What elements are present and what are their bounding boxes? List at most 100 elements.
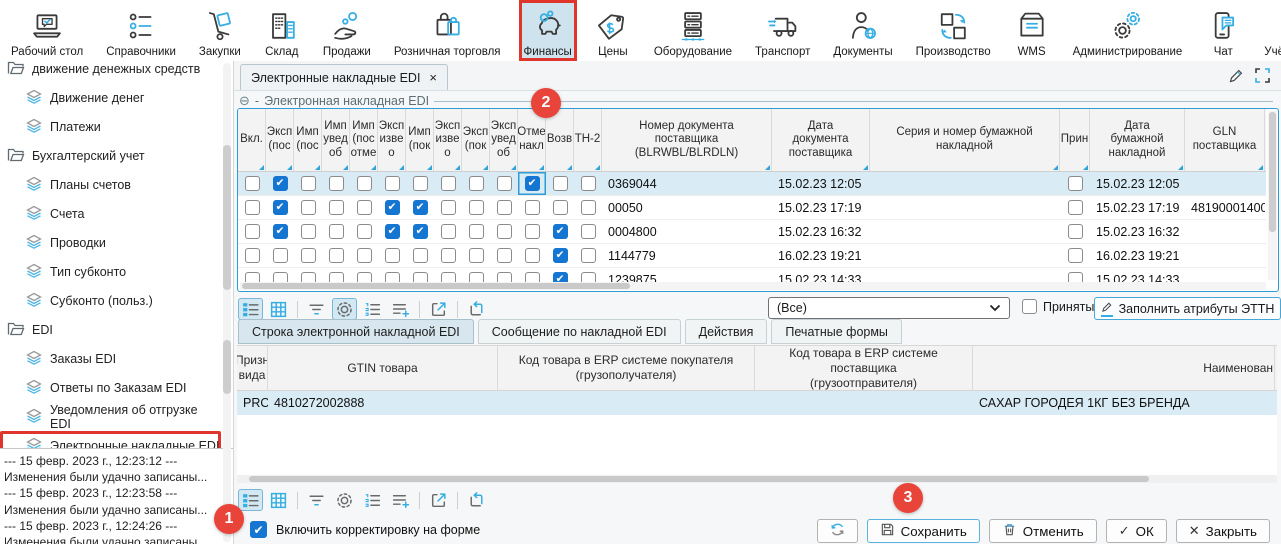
nav-item-box[interactable]: WMS [1009,0,1055,61]
row-checkbox[interactable] [525,248,540,263]
row-checkbox[interactable] [385,248,400,263]
tree-item[interactable]: Тип субконто [0,257,221,286]
open-external-icon[interactable] [426,298,451,320]
tree-item[interactable]: Заказы EDI [0,344,221,373]
column-header[interactable]: Эксп изве о [378,109,406,171]
accepted-checkbox[interactable] [1068,176,1083,191]
column-header[interactable]: GTIN товара [268,346,498,390]
collapse-icon[interactable]: ⊖ [239,94,250,107]
row-checkbox[interactable] [245,176,260,191]
nav-item-gears[interactable]: Администрирование [1068,0,1188,61]
row-checkbox[interactable] [497,248,512,263]
column-header[interactable]: Наименован [973,346,1275,390]
accepted-checkbox[interactable] [1022,299,1037,314]
column-header[interactable]: Эксп увед об [490,109,518,171]
column-header[interactable]: GLN поставщика [1185,109,1265,171]
tree-item[interactable]: Бухгалтерский учет [0,141,221,170]
row-checkbox[interactable] [301,200,316,215]
column-header[interactable]: ТН-2 [574,109,602,171]
settings-icon[interactable] [332,489,357,511]
column-header[interactable]: Код товара в ERP системе поставщика (гру… [755,346,973,390]
invoice-row[interactable]: 036904415.02.23 12:0515.02.23 12:05 [238,172,1266,196]
scrollbar-thumb[interactable] [249,476,1149,482]
detail-tab[interactable]: Действия [685,319,768,344]
column-header[interactable]: Отме накл [518,109,546,171]
nav-item-server[interactable]: Оборудование [649,0,737,61]
row-checkbox[interactable] [553,200,568,215]
open-external-icon[interactable] [426,489,451,511]
button-save[interactable]: Сохранить [867,519,980,543]
scrollbar-thumb[interactable] [242,283,630,289]
row-checkbox[interactable] [301,224,316,239]
row-checkbox[interactable] [385,200,400,215]
enable-correction-checkbox[interactable] [250,521,267,538]
row-checkbox[interactable] [357,224,372,239]
nav-item-piggy[interactable]: Финансы [519,0,577,61]
row-checkbox[interactable] [245,200,260,215]
invoice-row[interactable]: 000480015.02.23 16:3215.02.23 16:32 [238,220,1266,244]
tree-item[interactable]: Ответы по Заказам EDI [0,373,221,402]
row-checkbox[interactable] [357,176,372,191]
nav-item-desktop[interactable]: Рабочий стол [6,0,88,61]
column-header[interactable]: Прин [1060,109,1090,171]
row-checkbox[interactable] [357,200,372,215]
row-checkbox[interactable] [413,248,428,263]
column-header[interactable]: Эксп (пок [462,109,490,171]
nav-item-person-globe[interactable]: Документы [828,0,897,61]
row-checkbox[interactable] [497,224,512,239]
detail-tab[interactable]: Строка электронной накладной EDI [238,319,474,344]
list-view-icon[interactable] [238,298,263,320]
tree-item[interactable]: Уведомления об отгрузке EDI [0,402,221,431]
row-checkbox[interactable] [273,224,288,239]
nav-item-retail[interactable]: Розничная торговля [389,0,506,61]
row-checkbox[interactable] [385,176,400,191]
nav-item-catalog[interactable]: Справочники [101,0,181,61]
column-header[interactable]: Номер документа поставщика (BLRWBL/BLRDL… [602,109,772,171]
reload-icon[interactable] [464,489,489,511]
tab-electronic-invoices-edi[interactable]: Электронные накладные EDI × [240,64,448,90]
row-checkbox[interactable] [413,224,428,239]
row-checkbox[interactable] [553,224,568,239]
row-checkbox[interactable] [581,248,596,263]
column-header[interactable]: Серия и номер бумажной накладной [870,109,1060,171]
add-row-icon[interactable] [388,489,413,511]
row-checkbox[interactable] [525,176,540,191]
tree-item[interactable]: движение денежных средств [0,61,221,83]
nav-item-user-lock[interactable]: Учётная запись [1259,0,1281,61]
tree-item[interactable]: Электронные накладные EDI [0,431,221,448]
nav-item-tag[interactable]: Цены [590,0,636,61]
row-checkbox[interactable] [553,176,568,191]
row-checkbox[interactable] [441,176,456,191]
row-checkbox[interactable] [469,176,484,191]
row-checkbox[interactable] [441,224,456,239]
row-checkbox[interactable] [329,224,344,239]
row-checkbox[interactable] [245,248,260,263]
tree-item[interactable]: Движение денег [0,83,221,112]
button-refresh[interactable] [817,519,858,543]
add-row-icon[interactable] [388,298,413,320]
tree-item[interactable]: EDI [0,315,221,344]
nav-item-truck[interactable]: Транспорт [750,0,815,61]
row-checkbox[interactable] [329,176,344,191]
row-checkbox[interactable] [385,224,400,239]
tab-close-icon[interactable]: × [429,70,437,85]
row-checkbox[interactable] [581,200,596,215]
filter-combobox[interactable]: (Все) [768,297,1010,319]
pencil-icon[interactable] [1228,67,1245,84]
nav-item-trolley[interactable]: Закупки [194,0,246,61]
invoices-horizontal-scrollbar[interactable] [240,282,1266,290]
row-checkbox[interactable] [525,224,540,239]
row-checkbox[interactable] [273,248,288,263]
column-header[interactable]: Имп (пок [406,109,434,171]
reload-icon[interactable] [464,298,489,320]
invoice-row[interactable]: 0005015.02.23 17:1915.02.23 17:194819000… [238,196,1266,220]
scrollbar-thumb[interactable] [1269,112,1276,232]
accepted-checkbox[interactable] [1068,200,1083,215]
accepted-checkbox[interactable] [1068,248,1083,263]
detail-tab[interactable]: Сообщение по накладной EDI [478,319,681,344]
tree-item[interactable]: Платежи [0,112,221,141]
row-checkbox[interactable] [553,248,568,263]
row-checkbox[interactable] [245,224,260,239]
numbered-list-icon[interactable] [360,298,385,320]
column-header[interactable]: Имп (пос отме [350,109,378,171]
